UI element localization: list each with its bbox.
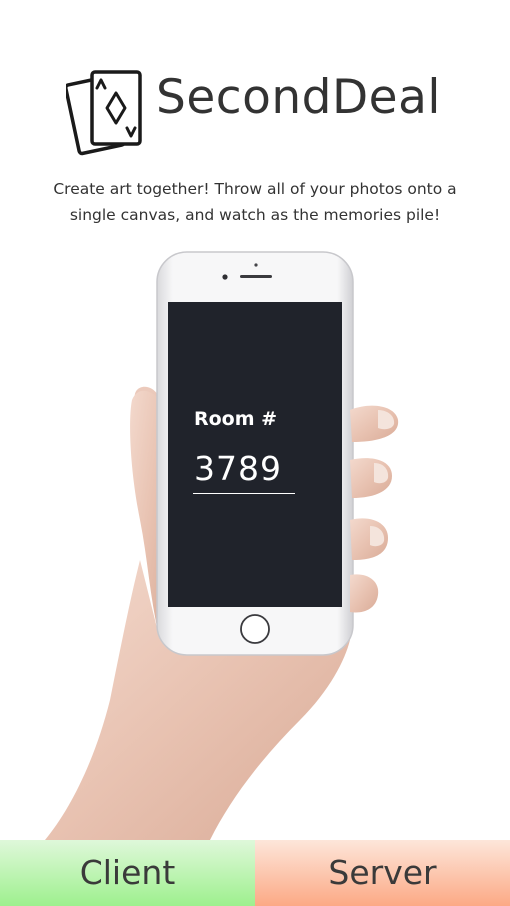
tagline-line-2: single canvas, and watch as the memories… [69, 206, 441, 224]
server-button[interactable]: Server [255, 840, 510, 906]
client-button[interactable]: Client [0, 840, 255, 906]
app-tagline: Create art together! Throw all of your p… [0, 176, 510, 228]
app-title: SecondDeal [156, 70, 441, 125]
room-number-input[interactable] [193, 446, 295, 494]
hand-holding-phone-illustration [45, 251, 399, 840]
room-label: Room # [194, 408, 278, 430]
playing-cards-icon [66, 70, 142, 156]
tagline-line-1: Create art together! Throw all of your p… [53, 180, 457, 198]
